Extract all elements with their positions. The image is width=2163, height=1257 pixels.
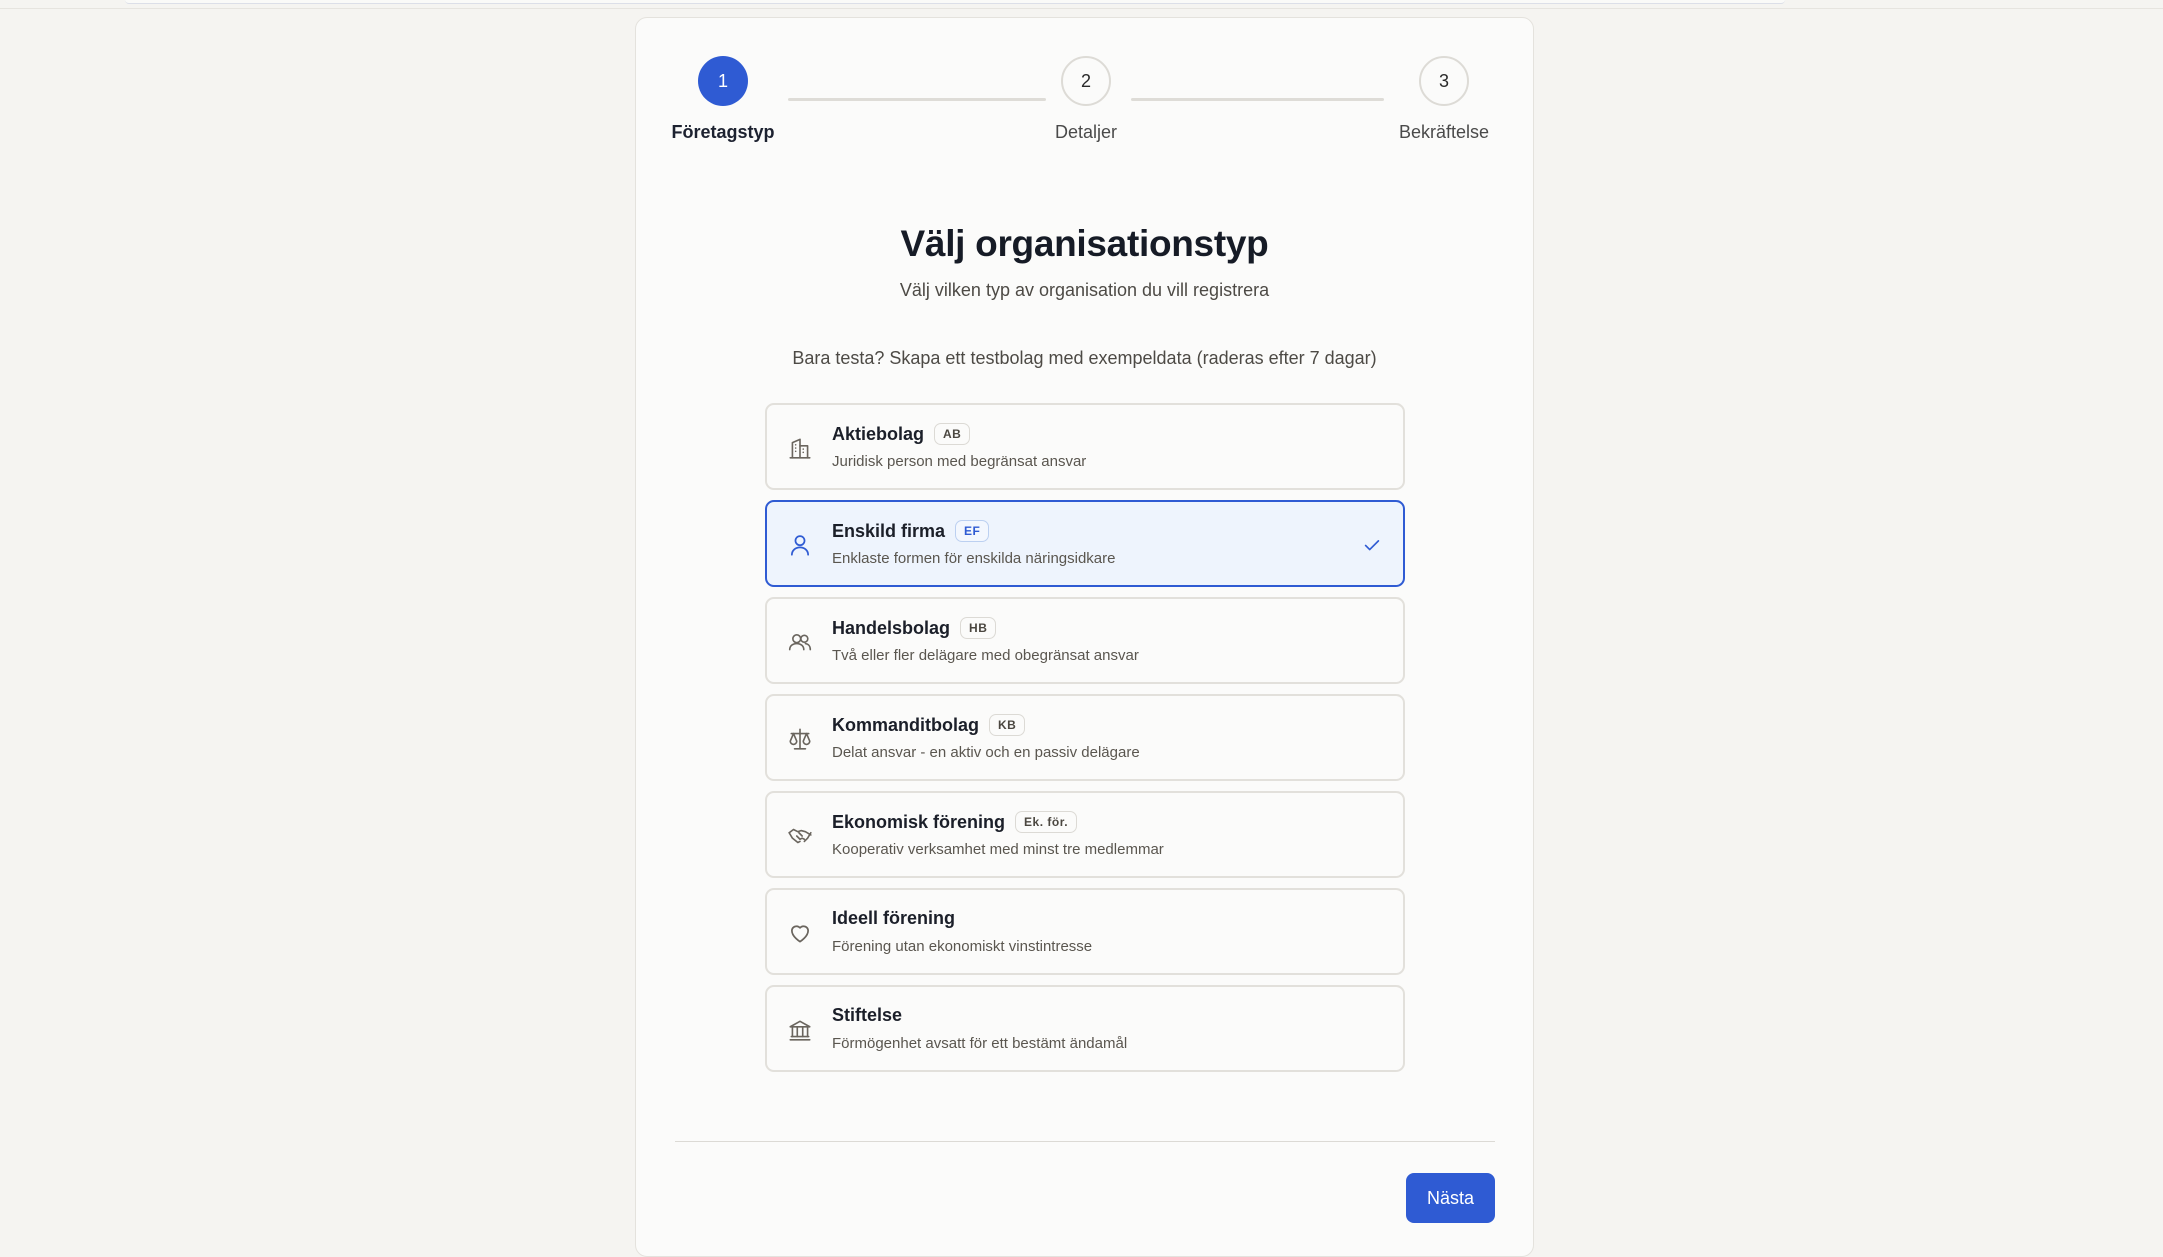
option-badge: Ek. för. xyxy=(1015,811,1078,833)
option-description: Delat ansvar - en aktiv och en passiv de… xyxy=(832,744,1140,761)
option-description: Förening utan ekonomiskt vinstintresse xyxy=(832,938,1093,955)
test-company-link[interactable]: Bara testa? Skapa ett testbolag med exem… xyxy=(636,348,1533,369)
step-3: 3 Bekräftelse xyxy=(1384,56,1504,143)
step-1-label: Företagstyp xyxy=(671,122,775,142)
option-description: Kooperativ verksamhet med minst tre medl… xyxy=(832,841,1164,858)
option-name: Kommanditbolag xyxy=(832,714,979,735)
page-subtitle: Välj vilken typ av organisation du vill … xyxy=(899,280,1270,300)
heart-icon xyxy=(787,920,813,946)
step-1: 1 Företagstyp xyxy=(663,56,783,143)
option-ekonomisk-forening[interactable]: Ekonomisk förening Ek. för. Kooperativ v… xyxy=(765,791,1405,878)
building-icon xyxy=(787,435,813,461)
org-type-list: Aktiebolag AB Juridisk person med begrän… xyxy=(765,403,1405,1082)
users-icon xyxy=(787,629,813,655)
registration-card: 1 Företagstyp 2 Detaljer 3 Bekräftelse V… xyxy=(635,17,1534,1257)
handshake-icon xyxy=(787,823,813,849)
page-title: Välj organisationstyp xyxy=(900,223,1269,264)
step-2-label: Detaljer xyxy=(1054,122,1118,142)
step-3-circle: 3 xyxy=(1419,56,1469,106)
option-kommanditbolag[interactable]: Kommanditbolag KB Delat ansvar - en akti… xyxy=(765,694,1405,781)
option-name: Aktiebolag xyxy=(832,423,925,444)
option-name: Stiftelse xyxy=(832,1005,903,1025)
step-1-circle: 1 xyxy=(698,56,748,106)
option-badge: KB xyxy=(989,714,1026,736)
user-icon xyxy=(787,532,813,558)
option-name: Ekonomisk förening xyxy=(832,811,1006,832)
scale-icon xyxy=(787,726,813,752)
check-icon xyxy=(1361,534,1383,556)
option-description: Förmögenhet avsatt för ett bestämt ändam… xyxy=(832,1035,1128,1052)
option-name: Enskild firma xyxy=(832,520,946,541)
option-badge: AB xyxy=(934,423,971,445)
option-badge: HB xyxy=(960,617,997,639)
option-description: Två eller fler delägare med obegränsat a… xyxy=(832,647,1139,664)
option-badge: EF xyxy=(955,520,990,542)
step-connector-1 xyxy=(788,98,1046,101)
option-aktiebolag[interactable]: Aktiebolag AB Juridisk person med begrän… xyxy=(765,403,1405,490)
landmark-icon xyxy=(787,1017,813,1043)
step-3-label: Bekräftelse xyxy=(1398,122,1490,142)
option-name: Ideell förening xyxy=(832,908,956,928)
option-description: Juridisk person med begränsat ansvar xyxy=(832,453,1087,470)
step-connector-2 xyxy=(1131,98,1384,101)
next-button[interactable]: Nästa xyxy=(1406,1173,1495,1223)
step-2-circle: 2 xyxy=(1061,56,1111,106)
option-stiftelse[interactable]: Stiftelse Förmögenhet avsatt för ett bes… xyxy=(765,985,1405,1072)
footer-divider xyxy=(675,1141,1495,1142)
top-bar-inner xyxy=(125,0,1785,4)
option-handelsbolag[interactable]: Handelsbolag HB Två eller fler delägare … xyxy=(765,597,1405,684)
step-2: 2 Detaljer xyxy=(1026,56,1146,143)
top-bar xyxy=(0,0,2163,9)
option-ideell-forening[interactable]: Ideell förening Förening utan ekonomiskt… xyxy=(765,888,1405,975)
option-description: Enklaste formen för enskilda näringsidka… xyxy=(832,550,1116,567)
option-name: Handelsbolag xyxy=(832,617,951,638)
option-enskild-firma[interactable]: Enskild firma EF Enklaste formen för ens… xyxy=(765,500,1405,587)
